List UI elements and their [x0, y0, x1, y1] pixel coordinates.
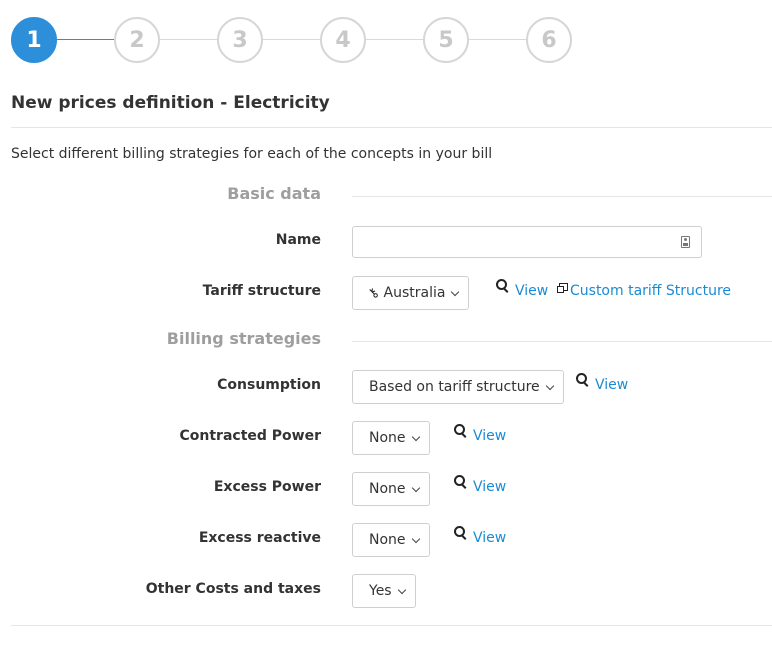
tariff-structure-value: Australia: [383, 285, 446, 301]
contracted-power-value: None: [369, 430, 406, 446]
key-icon: ⚷: [365, 284, 383, 302]
consumption-view-link[interactable]: View: [576, 373, 629, 393]
chevron-down-icon: [411, 483, 420, 492]
excess-power-view-link[interactable]: View: [454, 475, 507, 495]
chevron-down-icon: [411, 534, 420, 543]
step-connector: [263, 39, 320, 40]
chevron-down-icon: [545, 381, 554, 390]
contracted-power-view-label: View: [473, 428, 507, 444]
name-field[interactable]: [352, 226, 702, 258]
name-input[interactable]: [361, 228, 675, 258]
excess-reactive-view-label: View: [473, 530, 507, 546]
step-connector: [469, 39, 526, 40]
step-4[interactable]: 4: [320, 17, 366, 63]
chevron-down-icon: [451, 287, 460, 296]
other-costs-value: Yes: [369, 583, 392, 599]
consumption-select[interactable]: Based on tariff structure: [352, 370, 564, 404]
custom-tariff-link[interactable]: Custom tariff Structure: [557, 283, 731, 299]
consumption-label: Consumption: [217, 377, 321, 393]
tariff-view-link[interactable]: View: [496, 279, 549, 299]
step-3[interactable]: 3: [217, 17, 263, 63]
excess-reactive-select[interactable]: None: [352, 523, 430, 557]
section-divider: [352, 341, 772, 342]
section-basic-data: Basic data: [227, 184, 321, 203]
excess-power-view-label: View: [473, 479, 507, 495]
contact-card-icon: [681, 236, 690, 248]
wizard-stepper: 1 2 3 4 5 6: [11, 17, 573, 63]
step-2[interactable]: 2: [114, 17, 160, 63]
excess-power-label: Excess Power: [213, 479, 321, 495]
search-icon: [454, 424, 468, 438]
external-window-icon: [557, 283, 568, 293]
section-billing-strategies: Billing strategies: [166, 329, 321, 348]
excess-power-value: None: [369, 481, 406, 497]
excess-reactive-label: Excess reactive: [198, 530, 321, 546]
other-costs-select[interactable]: Yes: [352, 574, 416, 608]
tariff-structure-label: Tariff structure: [202, 283, 321, 299]
chevron-down-icon: [411, 432, 420, 441]
other-costs-label: Other Costs and taxes: [145, 581, 321, 597]
step-5[interactable]: 5: [423, 17, 469, 63]
search-icon: [576, 373, 590, 387]
title-divider: [11, 127, 772, 128]
search-icon: [454, 526, 468, 540]
contracted-power-view-link[interactable]: View: [454, 424, 507, 444]
step-connector: [57, 39, 114, 40]
search-icon: [454, 475, 468, 489]
tariff-structure-select[interactable]: ⚷ Australia: [352, 276, 470, 310]
excess-reactive-value: None: [369, 532, 406, 548]
section-divider: [352, 196, 772, 197]
step-connector: [366, 39, 423, 40]
chevron-down-icon: [397, 585, 406, 594]
step-connector: [160, 39, 217, 40]
bottom-divider: [11, 625, 772, 626]
excess-power-select[interactable]: None: [352, 472, 430, 506]
excess-reactive-view-link[interactable]: View: [454, 526, 507, 546]
contracted-power-label: Contracted Power: [179, 428, 322, 444]
name-label: Name: [275, 232, 321, 248]
custom-tariff-label: Custom tariff Structure: [570, 283, 732, 299]
step-1[interactable]: 1: [11, 17, 57, 63]
tariff-view-label: View: [515, 283, 549, 299]
contracted-power-select[interactable]: None: [352, 421, 430, 455]
consumption-view-label: View: [595, 377, 629, 393]
page-intro: Select different billing strategies for …: [11, 146, 493, 162]
search-icon: [496, 279, 510, 293]
page-title: New prices definition - Electricity: [11, 93, 330, 113]
consumption-value: Based on tariff structure: [369, 379, 540, 395]
step-6[interactable]: 6: [526, 17, 572, 63]
